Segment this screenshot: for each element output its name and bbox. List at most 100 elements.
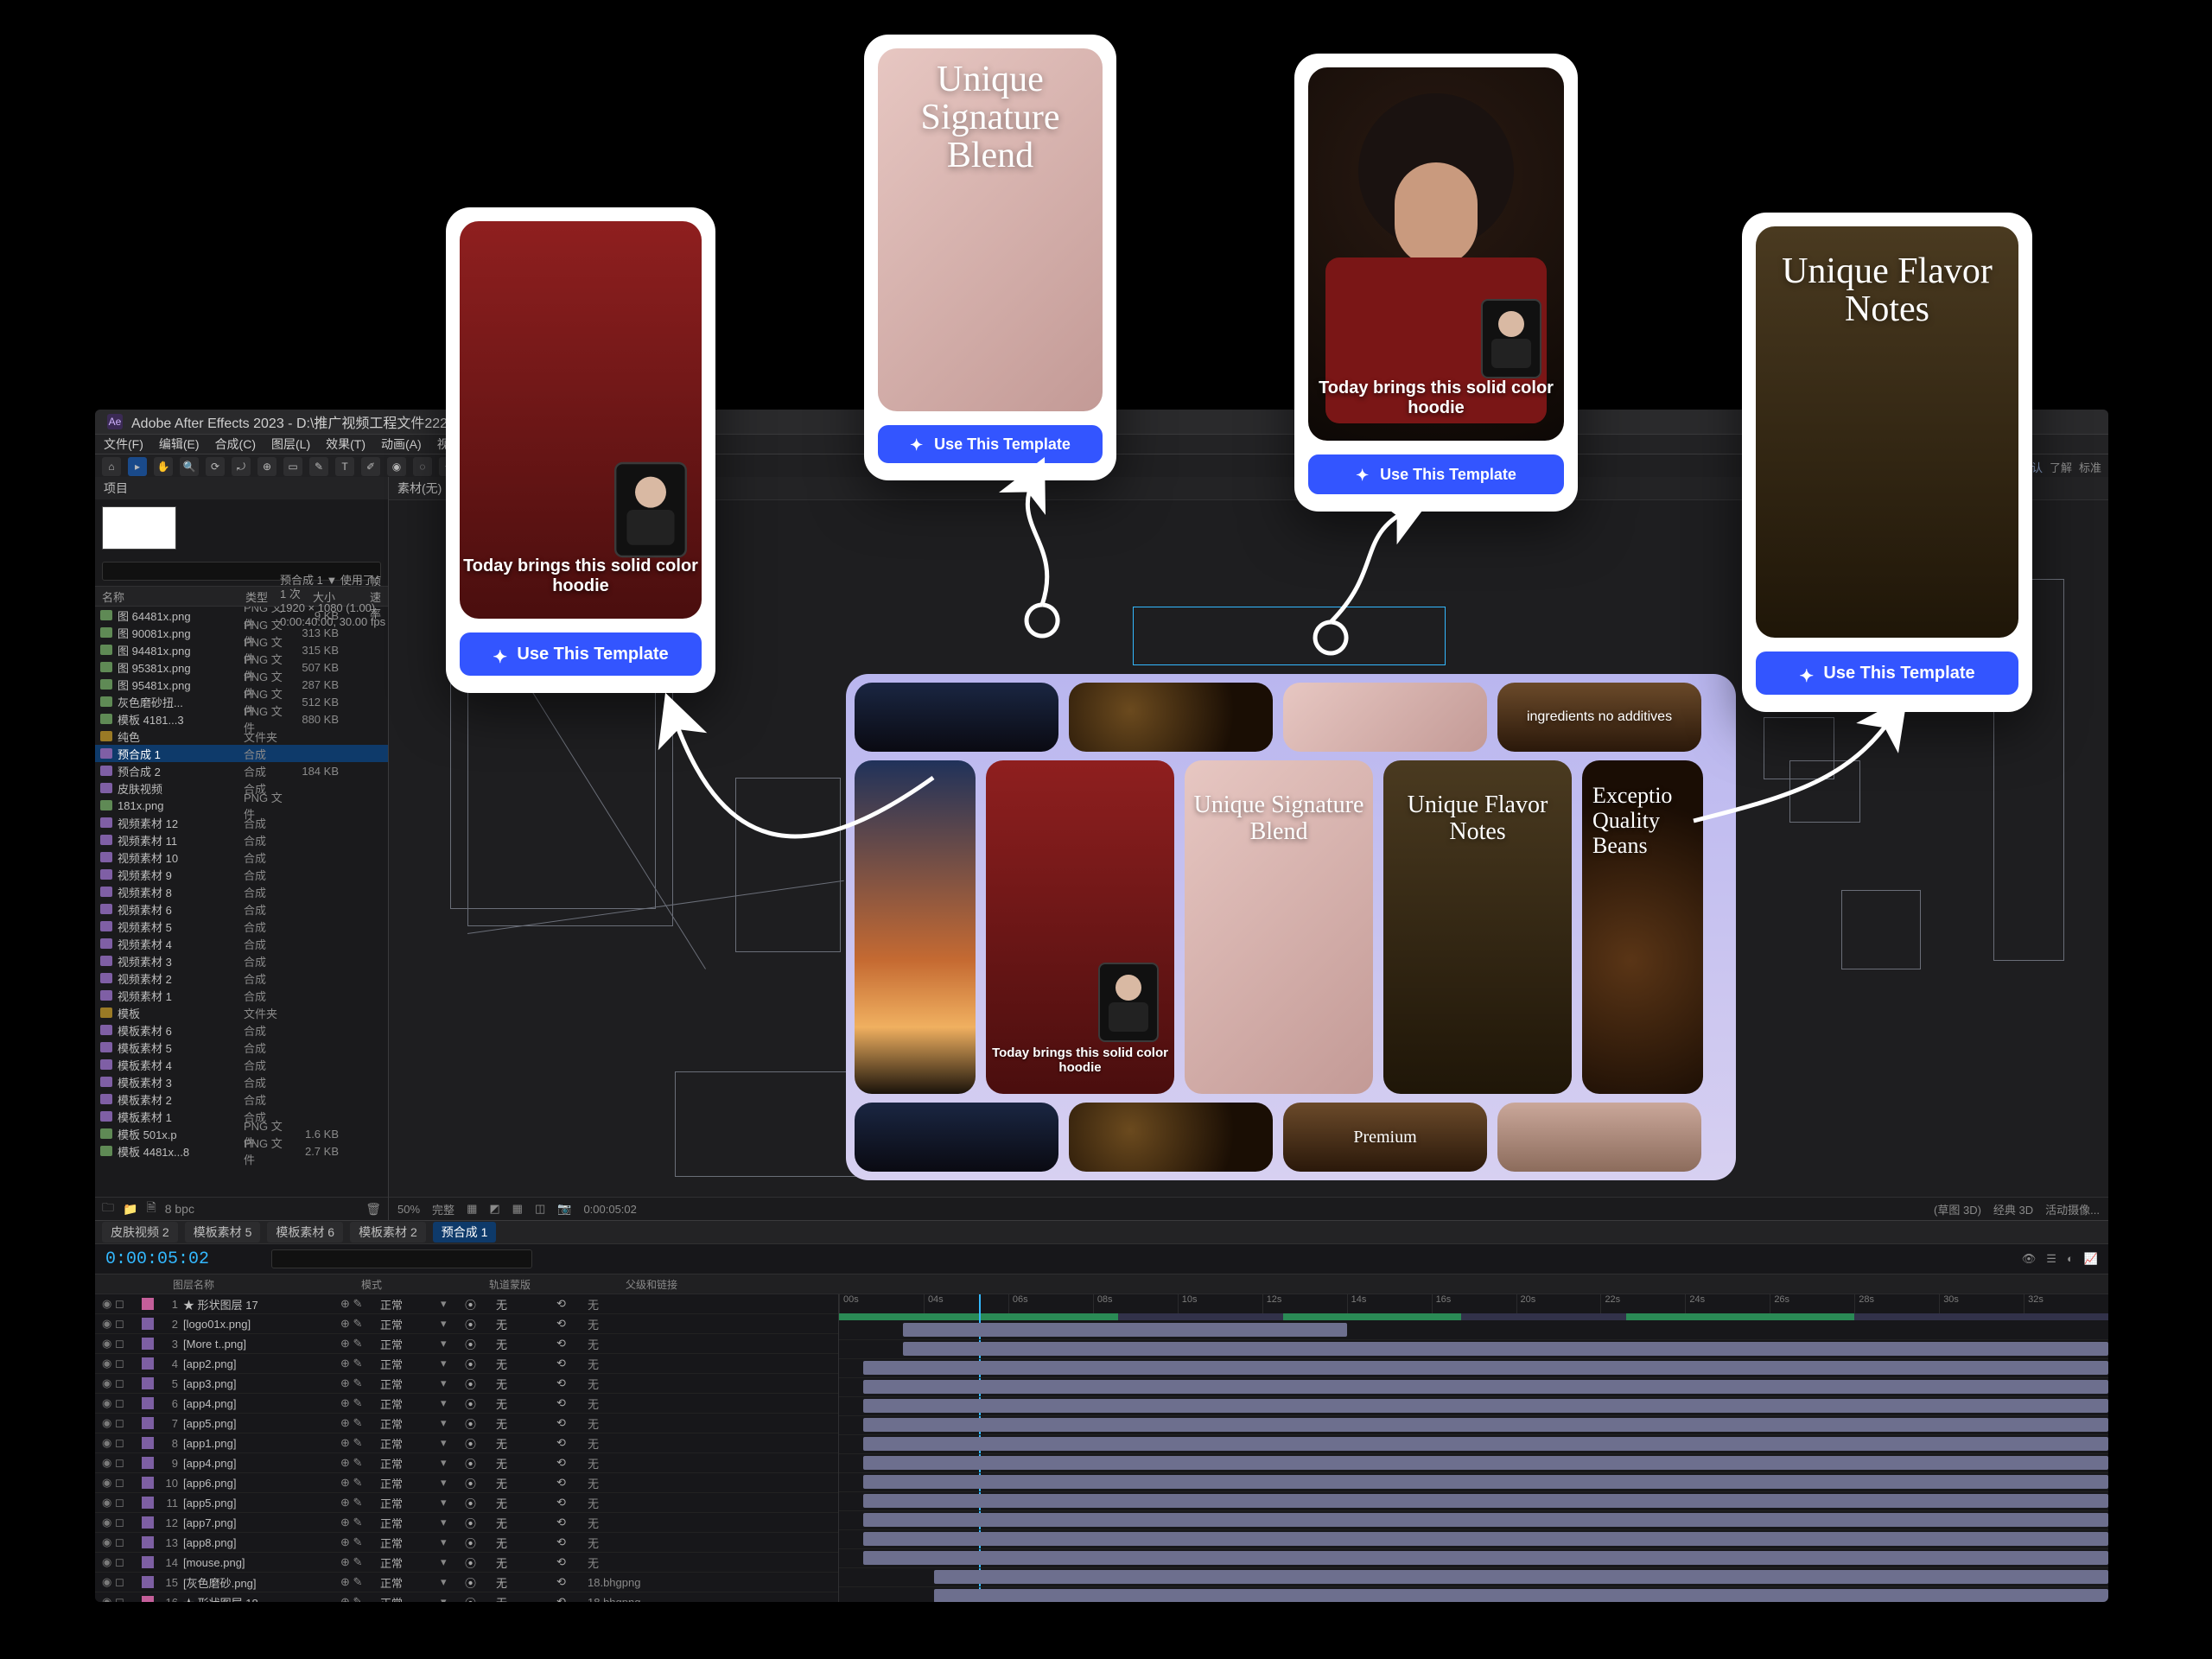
layer-row[interactable]: ◉ ◻9[app4.png]⊕ ✎正常▾⦿无⟲无 (95, 1453, 838, 1473)
layer-track-matte[interactable]: 无 (496, 1356, 551, 1372)
layer-track-matte[interactable]: 无 (496, 1515, 551, 1531)
project-panel-tab[interactable]: 项目 (95, 477, 388, 499)
layer-list[interactable]: ◉ ◻1★ 形状图层 17⊕ ✎正常▾⦿无⟲无◉ ◻2[logo01x.png]… (95, 1294, 839, 1602)
layer-blend-mode[interactable]: 正常 (380, 1455, 435, 1471)
layer-track-matte[interactable]: 无 (496, 1435, 551, 1452)
project-item-row[interactable]: 视频素材 1合成 (95, 987, 388, 1004)
viewer-tab-footage[interactable]: 素材(无) (397, 480, 442, 497)
layer-track-matte[interactable]: 无 (496, 1455, 551, 1471)
layer-parent[interactable]: 无 (588, 1415, 683, 1432)
project-item-row[interactable]: 视频素材 11合成 (95, 831, 388, 849)
snapshot-icon[interactable]: 📷 (557, 1202, 571, 1216)
track-row[interactable] (839, 1339, 2108, 1359)
layer-track-matte[interactable]: 无 (496, 1336, 551, 1352)
layer-track-matte[interactable]: 无 (496, 1554, 551, 1571)
layer-color-swatch[interactable] (142, 1516, 154, 1529)
layer-track-matte[interactable]: 无 (496, 1475, 551, 1491)
clip-bar[interactable] (903, 1323, 1347, 1337)
menu-effect[interactable]: 效果(T) (326, 435, 365, 453)
project-item-row[interactable]: 模板 4181...3PNG 文件880 KB (95, 710, 388, 728)
layer-color-swatch[interactable] (142, 1477, 154, 1489)
layer-row[interactable]: ◉ ◻13[app8.png]⊕ ✎正常▾⦿无⟲无 (95, 1533, 838, 1553)
layer-blend-mode[interactable]: 正常 (380, 1316, 435, 1332)
motion-blur-icon[interactable]: ◐ (2067, 1252, 2074, 1266)
layer-parent[interactable]: 无 (588, 1515, 683, 1531)
clip-bar[interactable] (863, 1513, 2108, 1527)
clip-bar[interactable] (863, 1399, 2108, 1413)
layer-parent[interactable]: 无 (588, 1376, 683, 1392)
mask-toggle-icon[interactable]: ◩ (489, 1202, 499, 1216)
track-row[interactable] (839, 1396, 2108, 1416)
use-template-button[interactable]: ✦ Use This Template (460, 632, 702, 676)
layer-parent[interactable]: 无 (588, 1296, 683, 1313)
timecode-display[interactable]: 0:00:05:02 (95, 1249, 219, 1269)
rotate-tool-icon[interactable]: ⤾ (232, 457, 251, 476)
layer-row[interactable]: ◉ ◻1★ 形状图层 17⊕ ✎正常▾⦿无⟲无 (95, 1294, 838, 1314)
layer-parent[interactable]: 无 (588, 1395, 683, 1412)
track-row[interactable] (839, 1491, 2108, 1511)
new-folder-icon[interactable]: 📁 (123, 1202, 137, 1217)
layer-row[interactable]: ◉ ◻14[mouse.png]⊕ ✎正常▾⦿无⟲无 (95, 1553, 838, 1573)
eraser-tool-icon[interactable]: ◌ (413, 457, 432, 476)
clip-bar[interactable] (863, 1437, 2108, 1451)
project-item-row[interactable]: 模板素材 3合成 (95, 1073, 388, 1090)
clip-bar[interactable] (863, 1361, 2108, 1375)
project-item-row[interactable]: 图 94481x.pngPNG 文件315 KB (95, 641, 388, 658)
track-row[interactable] (839, 1472, 2108, 1492)
view-3d-mode[interactable]: (草图 3D) (1934, 1201, 1981, 1217)
track-row[interactable] (839, 1453, 2108, 1473)
timeline-tab[interactable]: 模板素材 6 (267, 1222, 343, 1243)
project-item-list[interactable]: 图 64481x.pngPNG 文件9 KB图 90081x.pngPNG 文件… (95, 607, 388, 1197)
project-item-row[interactable]: 图 95381x.pngPNG 文件507 KB (95, 658, 388, 676)
layer-parent[interactable]: 18.bhgpng (588, 1596, 683, 1603)
layer-row[interactable]: ◉ ◻2[logo01x.png]⊕ ✎正常▾⦿无⟲无 (95, 1314, 838, 1334)
layer-blend-mode[interactable]: 正常 (380, 1395, 435, 1412)
bpc-toggle[interactable]: 8 bpc (165, 1202, 194, 1216)
menu-edit[interactable]: 编辑(E) (159, 435, 200, 453)
timeline-tab[interactable]: 模板素材 5 (185, 1222, 261, 1243)
layer-parent[interactable]: 无 (588, 1455, 683, 1471)
project-item-row[interactable]: 视频素材 6合成 (95, 900, 388, 918)
track-row[interactable] (839, 1434, 2108, 1454)
project-item-row[interactable]: 视频素材 4合成 (95, 935, 388, 952)
layer-color-swatch[interactable] (142, 1377, 154, 1389)
clip-bar[interactable] (863, 1475, 2108, 1489)
workspace-standard[interactable]: 标准 (2079, 459, 2101, 475)
timeline-tab[interactable]: 皮肤视频 2 (102, 1222, 178, 1243)
layer-parent[interactable]: 无 (588, 1475, 683, 1491)
project-item-row[interactable]: 模板 501x.pPNG 文件1.6 KB (95, 1125, 388, 1142)
clip-bar[interactable] (863, 1494, 2108, 1508)
timeline-tab[interactable]: 模板素材 2 (350, 1222, 426, 1243)
track-row[interactable] (839, 1377, 2108, 1397)
track-row[interactable] (839, 1548, 2108, 1568)
use-template-button[interactable]: ✦ Use This Template (878, 425, 1103, 463)
layer-color-swatch[interactable] (142, 1437, 154, 1449)
menu-composition[interactable]: 合成(C) (215, 435, 256, 453)
layer-row[interactable]: ◉ ◻11[app5.png]⊕ ✎正常▾⦿无⟲无 (95, 1493, 838, 1513)
orbit-tool-icon[interactable]: ⟳ (206, 457, 225, 476)
layer-blend-mode[interactable]: 正常 (380, 1574, 435, 1591)
layer-color-swatch[interactable] (142, 1318, 154, 1330)
layer-color-swatch[interactable] (142, 1357, 154, 1370)
project-item-row[interactable]: 模板素材 5合成 (95, 1039, 388, 1056)
project-item-row[interactable]: 模板素材 6合成 (95, 1021, 388, 1039)
project-item-row[interactable]: 视频素材 8合成 (95, 883, 388, 900)
trash-icon[interactable]: 🗑 (365, 1202, 381, 1217)
project-item-row[interactable]: 视频素材 9合成 (95, 866, 388, 883)
shy-toggle-icon[interactable]: 👁 (2022, 1252, 2037, 1266)
layer-blend-mode[interactable]: 正常 (380, 1475, 435, 1491)
track-row[interactable] (839, 1510, 2108, 1530)
track-row[interactable] (839, 1358, 2108, 1378)
brush-tool-icon[interactable]: ✐ (361, 457, 380, 476)
layer-track-matte[interactable]: 无 (496, 1296, 551, 1313)
project-item-row[interactable]: 模板素材 2合成 (95, 1090, 388, 1108)
layer-color-swatch[interactable] (142, 1576, 154, 1588)
menu-layer[interactable]: 图层(L) (271, 435, 310, 453)
layer-color-swatch[interactable] (142, 1596, 154, 1602)
layer-blend-mode[interactable]: 正常 (380, 1356, 435, 1372)
layer-row[interactable]: ◉ ◻16★ 形状图层 18⊕ ✎正常▾⦿无⟲18.bhgpng (95, 1592, 838, 1602)
timeline-search-input[interactable] (271, 1249, 532, 1268)
clip-bar[interactable] (934, 1570, 2108, 1584)
project-item-row[interactable]: 181x.pngPNG 文件 (95, 797, 388, 814)
resolution-mode[interactable]: 完整 (432, 1201, 454, 1217)
